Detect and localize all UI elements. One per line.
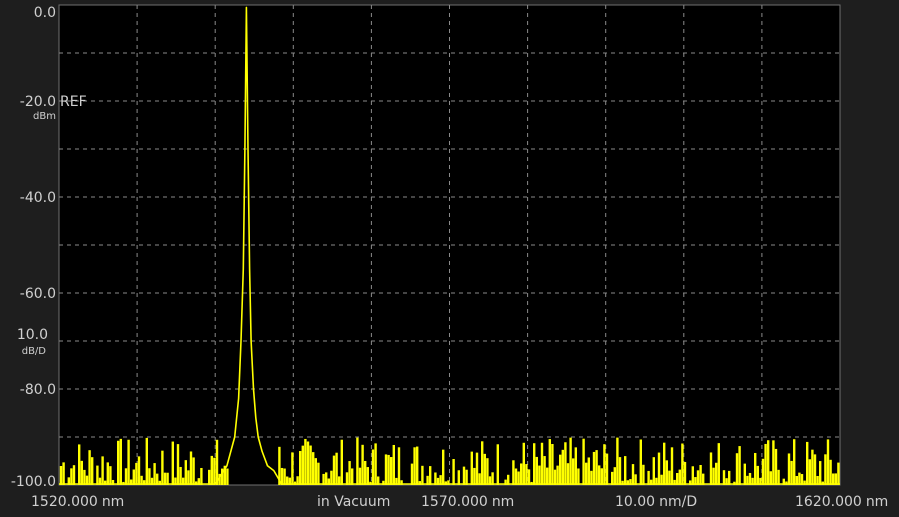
ref-label: REF xyxy=(60,94,87,110)
y-tick-label: -100.0 xyxy=(11,474,56,490)
medium-label: in Vacuum xyxy=(317,494,390,510)
stop-wavelength: 1620.000 nm xyxy=(795,494,888,510)
ref-unit: dBm xyxy=(33,111,56,122)
scale-unit: dB/D xyxy=(22,346,47,357)
y-tick-label: 0.0 xyxy=(34,5,56,21)
y-tick-label: -40.0 xyxy=(20,190,56,206)
start-wavelength: 1520.000 nm xyxy=(31,494,124,510)
ref-level-value: -20.0 xyxy=(20,94,56,110)
osa-screen: 0.0 -20.0 -40.0 -60.0 -80.0 -100.0 REF d… xyxy=(11,4,888,510)
center-wavelength: 1570.000 nm xyxy=(421,494,514,510)
y-tick-label: -60.0 xyxy=(20,286,56,302)
scale-value: 10.0 xyxy=(17,327,48,343)
span-per-division: 10.00 nm/D xyxy=(615,494,697,510)
y-tick-label: -80.0 xyxy=(20,382,56,398)
